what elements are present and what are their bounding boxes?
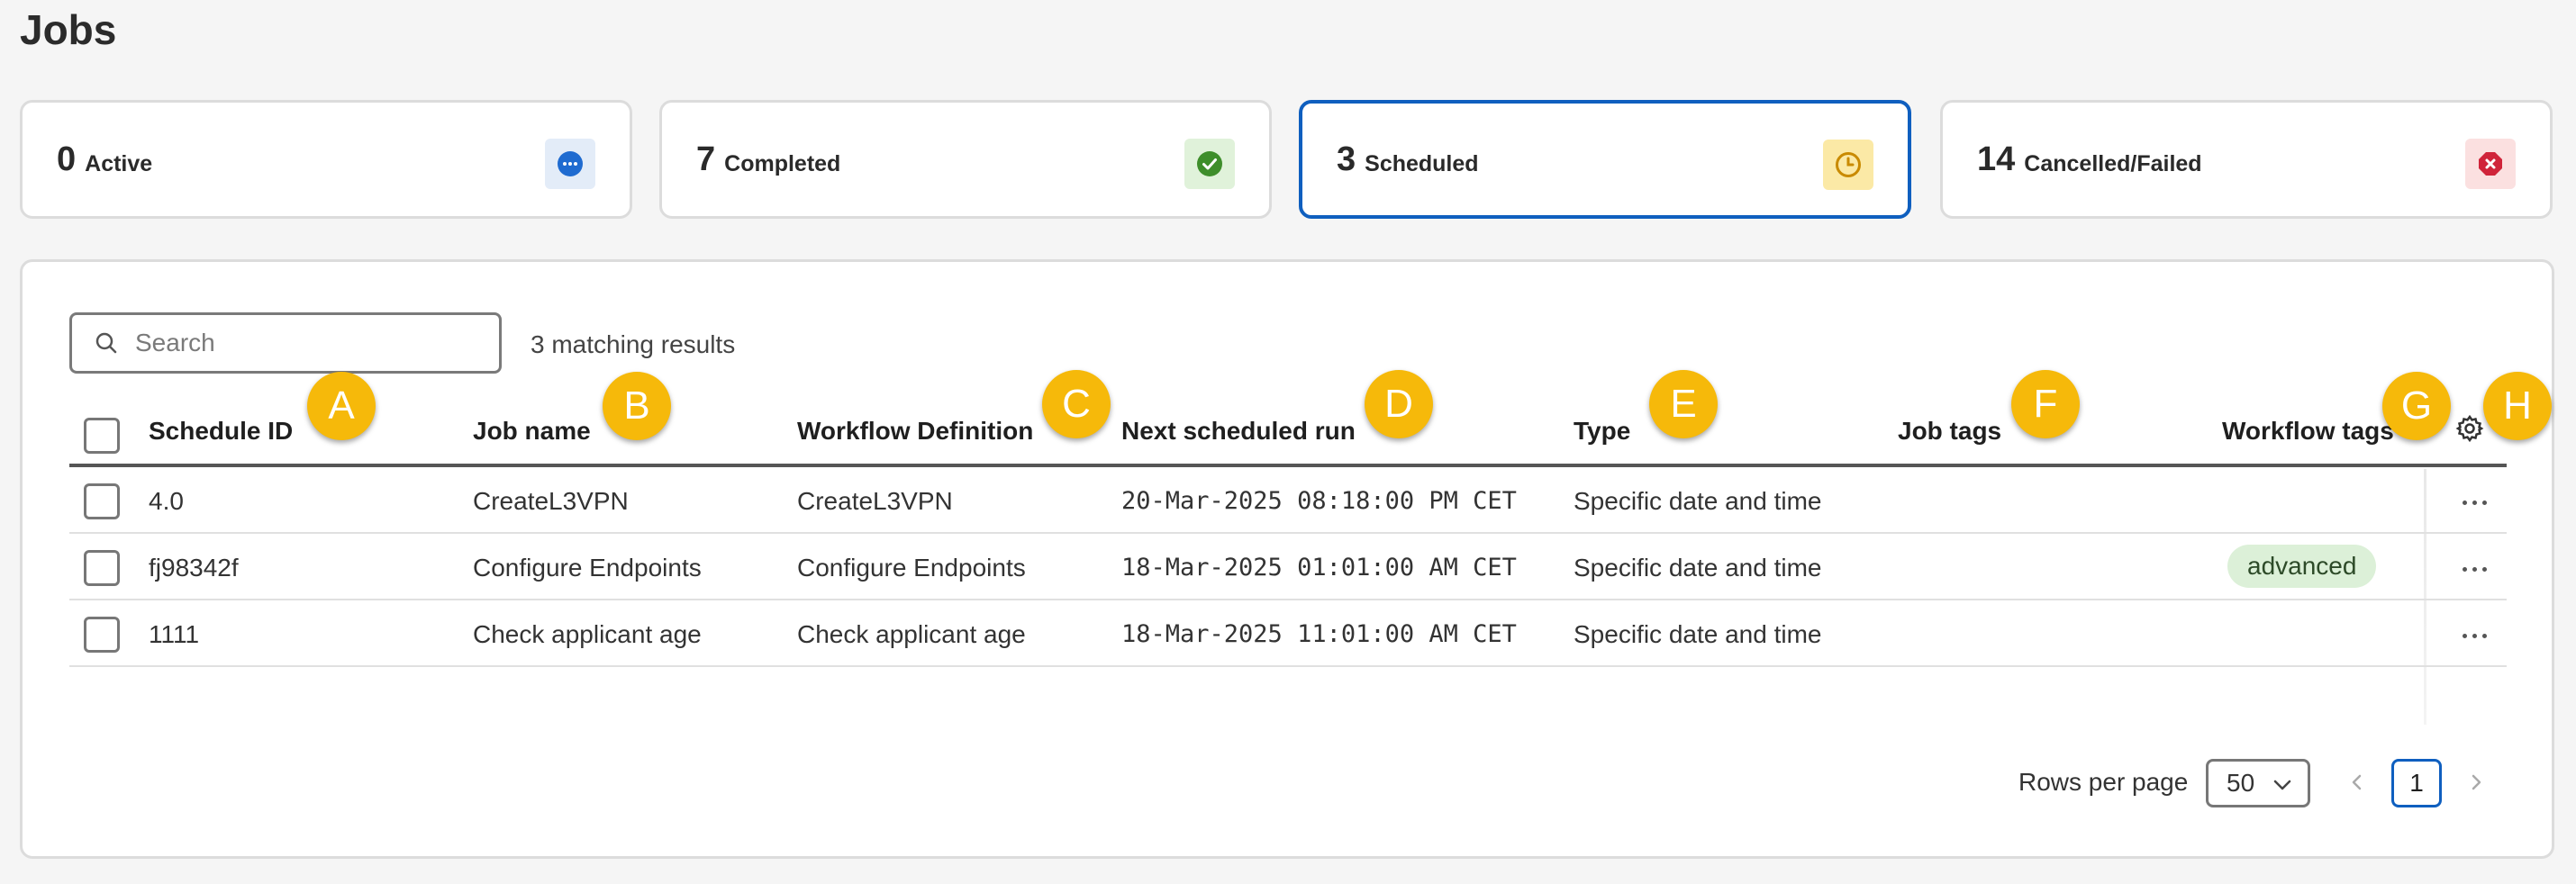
cell-job-name[interactable]: CreateL3VPN [473,487,629,516]
page-title: Jobs [20,6,117,53]
stat-count: 14 [1977,140,2016,178]
chevron-down-icon [2273,780,2291,790]
cell-workflow-definition[interactable]: Check applicant age [797,620,1026,649]
stat-card-active[interactable]: 0 Active [20,100,632,219]
annotation-marker-e: E [1649,370,1718,438]
select-all-checkbox[interactable] [84,418,120,454]
cell-job-name[interactable]: Check applicant age [473,620,702,649]
cell-job-name[interactable]: Configure Endpoints [473,554,702,582]
annotation-marker-c: C [1042,370,1111,438]
rows-per-page-value: 50 [2227,769,2255,797]
cell-next-run: 20-Mar-2025 08:18:00 PM CET [1121,487,1517,515]
cell-schedule-id[interactable]: 4.0 [149,487,184,516]
cell-type: Specific date and time [1574,620,1822,648]
row-divider [69,532,2507,534]
column-header-next-scheduled-run[interactable]: Next scheduled run [1121,417,1356,446]
annotation-marker-a: A [307,372,376,440]
rows-per-page-label: Rows per page [2018,768,2189,796]
row-checkbox[interactable] [84,550,120,586]
results-count: 3 matching results [531,330,736,358]
cell-type: Specific date and time [1574,554,1822,582]
column-header-job-tags[interactable]: Job tags [1898,417,2001,446]
annotation-marker-h: H [2483,372,2552,440]
next-page-button[interactable] [2460,764,2492,800]
row-checkbox[interactable] [84,617,120,653]
chevron-left-icon [2352,774,2362,790]
cell-schedule-id[interactable]: fj98342f [149,554,239,582]
stat-label: Active [85,150,153,176]
annotation-marker-g: G [2382,372,2451,440]
search-input[interactable] [135,329,477,357]
search-box[interactable] [69,312,502,374]
stat-card-scheduled[interactable]: 3 Scheduled [1299,100,1911,219]
stat-count: 0 [57,140,77,178]
gear-icon [2455,414,2484,443]
stat-label: Scheduled [1365,150,1479,176]
row-actions-button[interactable] [2454,622,2494,649]
sticky-column-divider [2424,469,2426,725]
clock-icon [1823,140,1873,190]
stat-count: 3 [1337,140,1356,178]
workflow-tag-badge: advanced [2227,545,2377,588]
cell-workflow-definition[interactable]: Configure Endpoints [797,554,1026,582]
column-header-schedule-id[interactable]: Schedule ID [149,417,293,446]
jobs-table-panel: 3 matching results Schedule ID Job name … [20,259,2554,859]
rows-per-page-select[interactable]: 50 [2206,759,2310,807]
annotation-marker-b: B [603,372,671,440]
dots-circle-icon [545,139,595,189]
column-header-workflow-definition[interactable]: Workflow Definition [797,417,1033,446]
cell-next-run: 18-Mar-2025 01:01:00 AM CET [1121,554,1517,582]
cell-type: Specific date and time [1574,487,1822,515]
stat-label: Cancelled/Failed [2024,150,2202,176]
row-divider [69,665,2507,667]
column-header-type[interactable]: Type [1574,417,1630,446]
cell-schedule-id[interactable]: 1111 [149,620,199,649]
table-header-divider [69,464,2507,467]
row-actions-button[interactable] [2454,489,2494,516]
check-circle-icon [1184,139,1235,189]
stat-card-cancelled-failed[interactable]: 14 Cancelled/Failed [1940,100,2553,219]
stat-card-completed[interactable]: 7 Completed [659,100,1272,219]
stat-count: 7 [696,140,716,178]
previous-page-button[interactable] [2341,764,2373,800]
search-icon [95,332,117,354]
annotation-marker-d: D [1365,370,1433,438]
page-number-current[interactable]: 1 [2391,759,2442,807]
stat-label: Completed [724,150,841,176]
row-checkbox[interactable] [84,483,120,519]
cell-next-run: 18-Mar-2025 11:01:00 AM CET [1121,620,1517,648]
x-circle-icon [2465,139,2516,189]
row-actions-button[interactable] [2454,555,2494,582]
row-divider [69,599,2507,600]
cell-workflow-definition[interactable]: CreateL3VPN [797,487,953,516]
column-header-job-name[interactable]: Job name [473,417,591,446]
annotation-marker-f: F [2011,370,2080,438]
column-header-workflow-tags[interactable]: Workflow tags [2222,417,2394,446]
chevron-right-icon [2472,774,2481,790]
